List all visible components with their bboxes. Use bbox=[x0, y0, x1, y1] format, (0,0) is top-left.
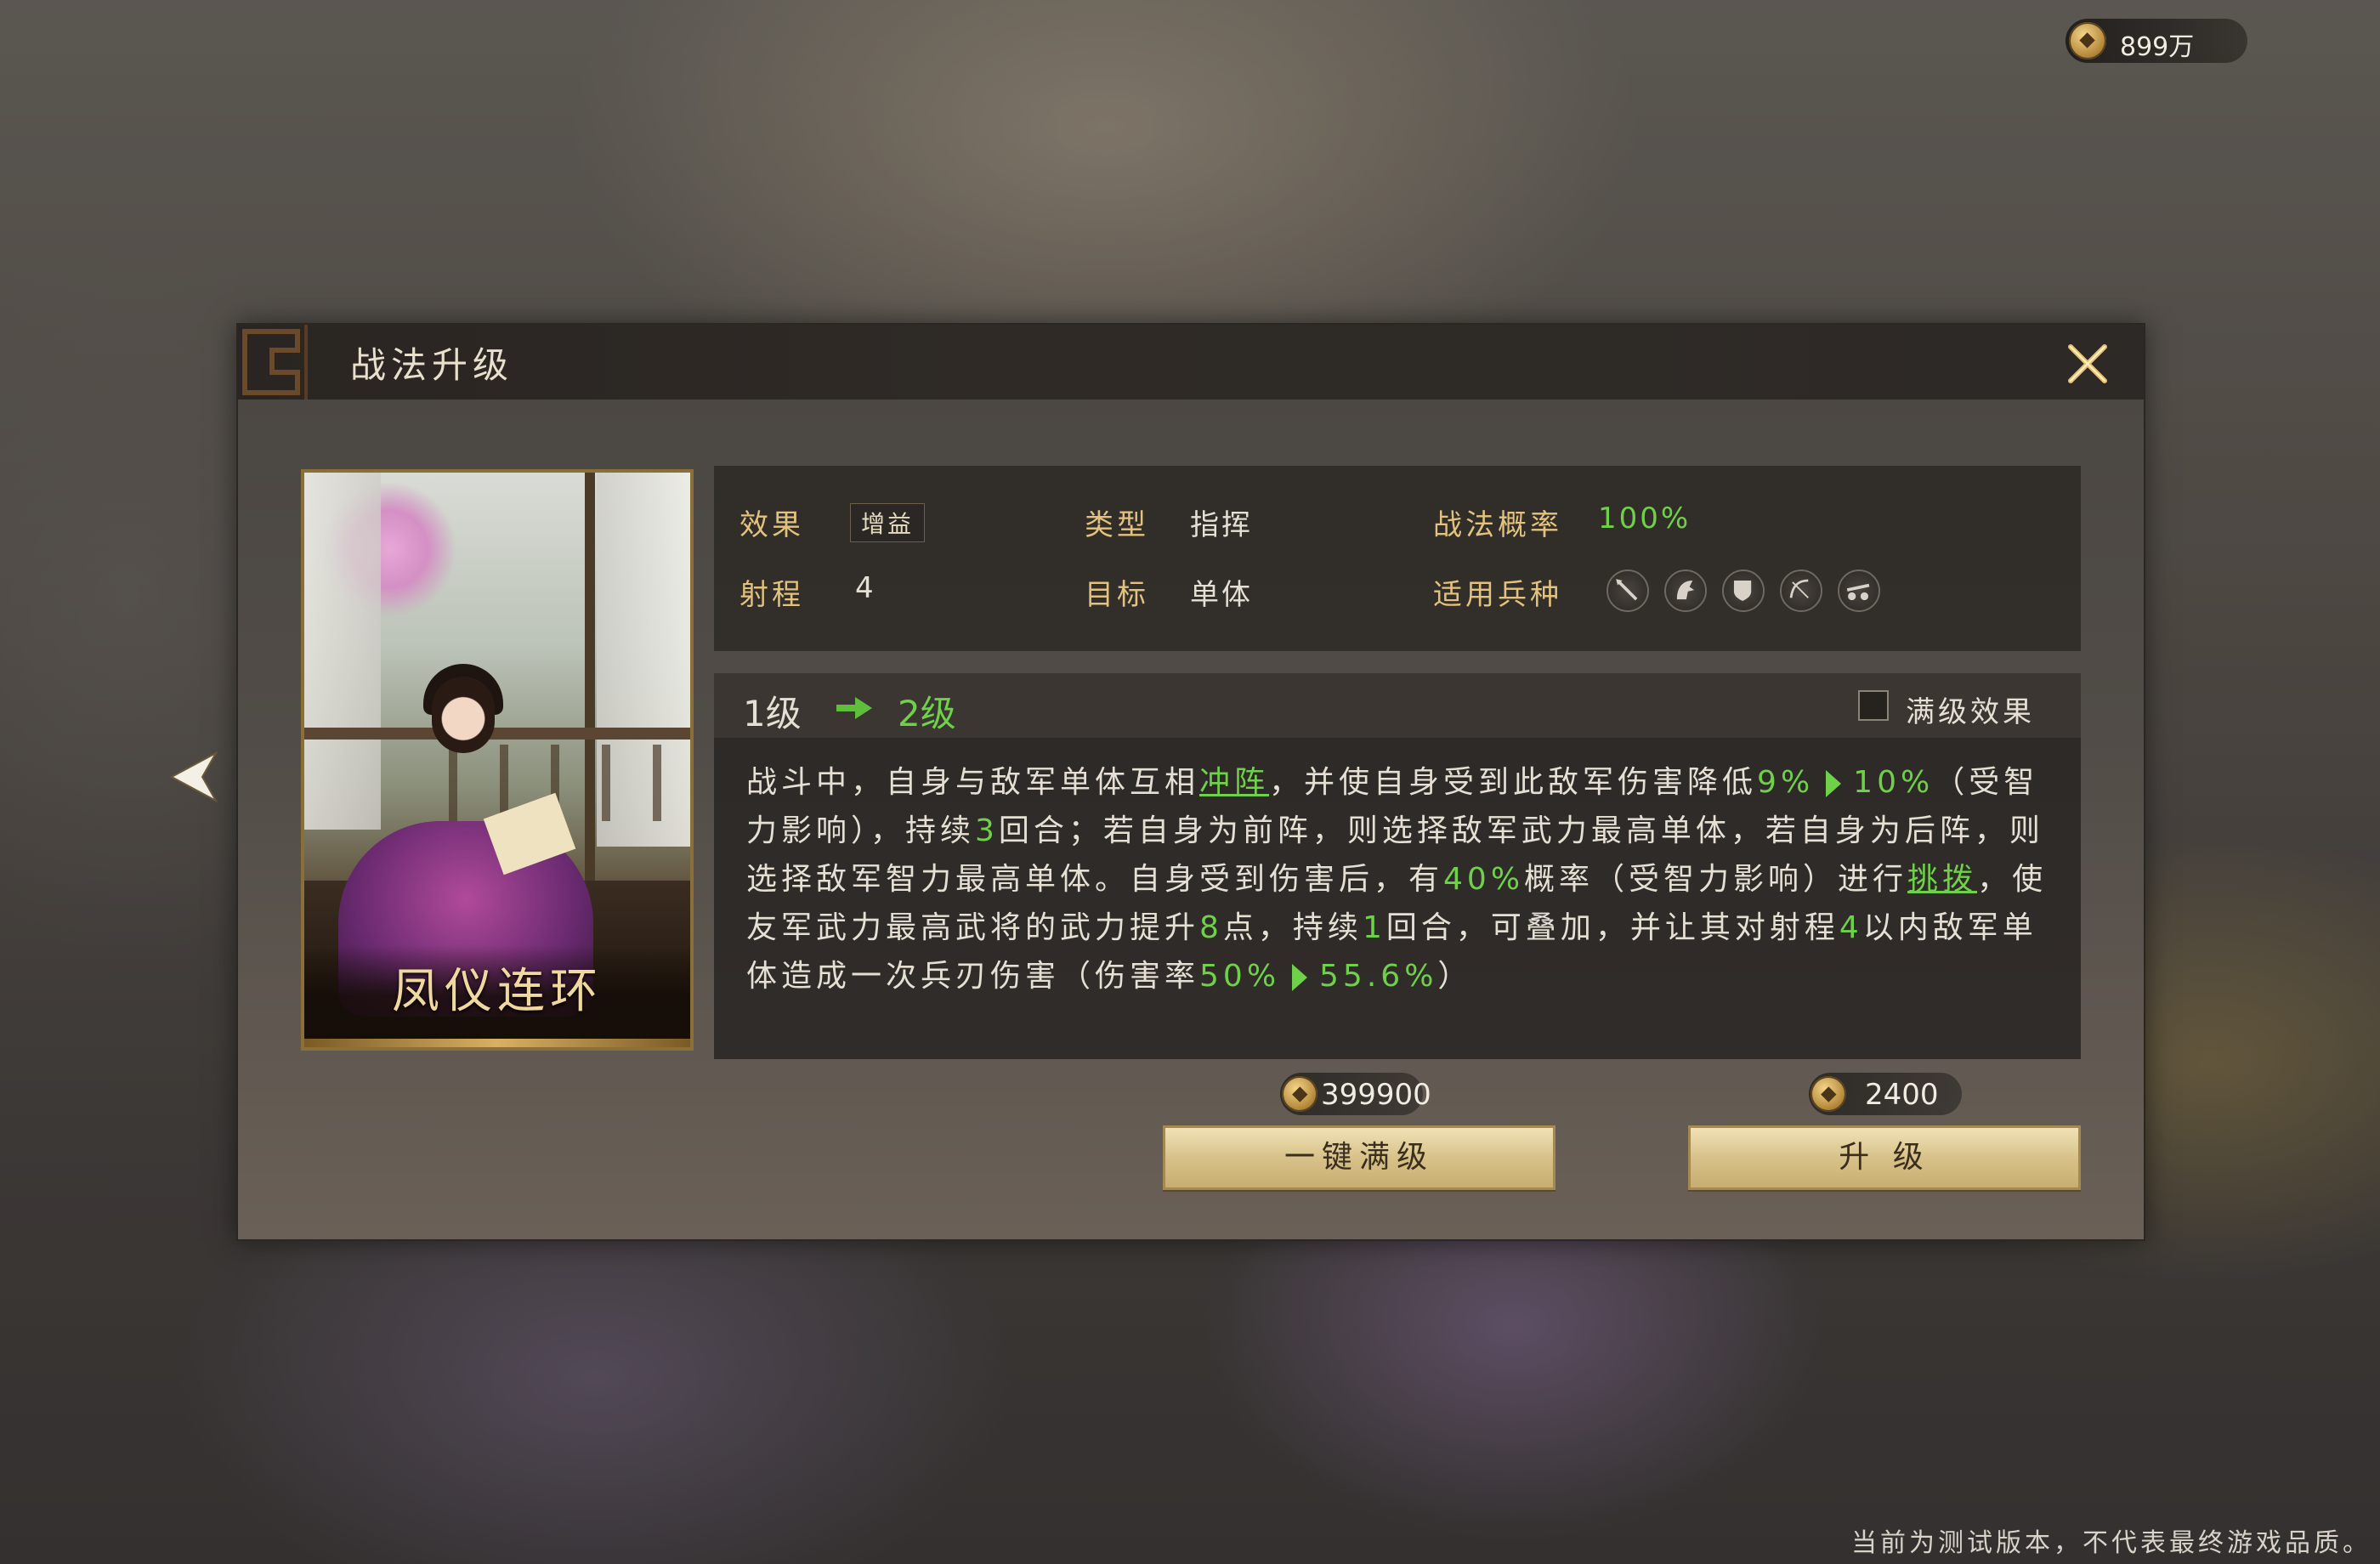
prob-label: 战法概率 bbox=[1433, 508, 1562, 542]
coin-icon bbox=[1810, 1076, 1846, 1112]
skill-description: 战斗中，自身与敌军单体互相冲阵，并使自身受到此敌军伤害降低9% 10%（受智力影响… bbox=[746, 765, 2048, 994]
type-label: 类型 bbox=[1085, 508, 1149, 542]
target-value: 单体 bbox=[1190, 578, 1253, 612]
upgrade-button[interactable]: 升 级 bbox=[1688, 1125, 2081, 1190]
siege-icon bbox=[1838, 570, 1880, 612]
currency-display: 899万 bbox=[2066, 19, 2247, 63]
previous-arrow-icon[interactable] bbox=[168, 748, 219, 806]
troops-label: 适用兵种 bbox=[1433, 578, 1562, 612]
range-value: 4 bbox=[855, 571, 876, 605]
max-level-cost: 399900 bbox=[1280, 1073, 1431, 1115]
coin-icon bbox=[2069, 22, 2106, 60]
bow-icon bbox=[1780, 570, 1822, 612]
max-level-button[interactable]: 一键满级 bbox=[1163, 1125, 1556, 1190]
prob-value: 100% bbox=[1598, 502, 1692, 536]
max-effect-label[interactable]: 满级效果 bbox=[1906, 688, 2035, 730]
increase-arrow-icon bbox=[1826, 770, 1842, 797]
header-ornament-icon bbox=[242, 325, 308, 400]
level-transition-bar: 1级 2级 满级效果 bbox=[714, 673, 2081, 738]
effect-tag: 增益 bbox=[850, 503, 926, 542]
arrow-right-icon bbox=[836, 697, 872, 719]
shield-icon bbox=[1722, 570, 1765, 612]
test-version-notice: 当前为测试版本，不代表最终游戏品质。 bbox=[1851, 1528, 2372, 1558]
current-level: 1级 bbox=[743, 693, 802, 734]
cavalry-icon bbox=[1664, 570, 1707, 612]
close-icon[interactable] bbox=[2062, 338, 2113, 389]
charge-link[interactable]: 冲阵 bbox=[1199, 765, 1269, 800]
skill-name: 凤仪连环 bbox=[392, 964, 603, 1019]
skill-description-box: 战斗中，自身与敌军单体互相冲阵，并使自身受到此敌军伤害降低9% 10%（受智力影响… bbox=[714, 738, 2081, 1059]
currency-value: 899万 bbox=[2120, 32, 2195, 62]
target-label: 目标 bbox=[1085, 578, 1149, 612]
type-value: 指挥 bbox=[1190, 508, 1253, 542]
skill-card: 凤仪连环 bbox=[301, 469, 694, 1051]
range-label: 射程 bbox=[740, 578, 804, 612]
provoke-link[interactable]: 挑拨 bbox=[1907, 862, 1977, 897]
skill-info-box: 效果 增益 类型 指挥 战法概率 100% 射程 4 目标 单体 适用兵种 bbox=[714, 466, 2081, 651]
max-effect-checkbox[interactable] bbox=[1858, 690, 1889, 721]
dialog-title: 战法升级 bbox=[350, 344, 514, 386]
next-level: 2级 bbox=[898, 693, 956, 734]
upgrade-cost: 2400 bbox=[1809, 1073, 1962, 1115]
effect-label: 效果 bbox=[740, 508, 804, 542]
increase-arrow-icon bbox=[1292, 964, 1308, 991]
spear-icon bbox=[1606, 570, 1649, 612]
dialog-header: 战法升级 bbox=[238, 325, 2144, 400]
coin-icon bbox=[1282, 1076, 1318, 1112]
skill-upgrade-dialog: 战法升级 凤仪连环 效果 增益 类型 指挥 战法概率 100% 射程 4 目标 … bbox=[236, 323, 2145, 1241]
